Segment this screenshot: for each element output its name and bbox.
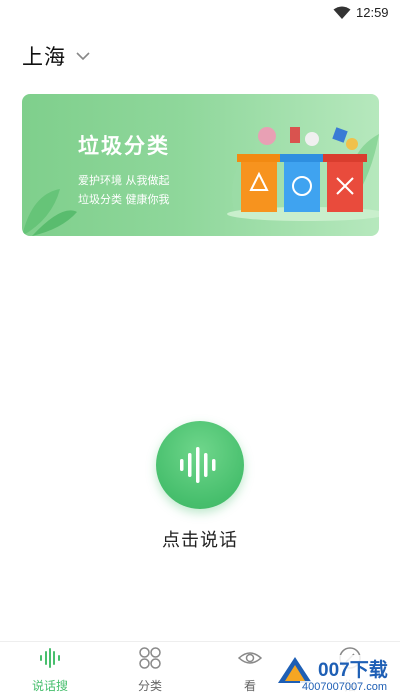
category-grid-icon <box>139 647 161 669</box>
nav-label: 说话搜 <box>31 679 68 693</box>
eye-icon <box>238 652 262 664</box>
status-time: 12:59 <box>356 5 389 20</box>
banner-slogan-2: 垃圾分类 健康你我 <box>78 193 170 206</box>
nav-item-voice-search[interactable]: 说话搜 <box>0 642 100 700</box>
nav-label: 分类 <box>137 679 162 693</box>
garbage-sorting-banner[interactable]: 垃圾分类 爱护环境 从我做起 垃圾分类 健康你我 <box>22 94 379 236</box>
banner-title: 垃圾分类 <box>78 134 170 158</box>
voice-search-button[interactable] <box>156 421 244 509</box>
sound-wave-icon <box>180 447 216 483</box>
city-selector[interactable]: 上海 <box>22 40 90 72</box>
sound-wave-icon <box>40 648 60 668</box>
voice-hint-label: 点击说话 <box>162 530 238 551</box>
watermark-brand: 007下载 <box>316 655 390 682</box>
city-name: 上海 <box>22 45 66 69</box>
watermark: 007下载 4007007007.com <box>276 655 398 697</box>
watermark-phone: 4007007007.com <box>300 681 390 693</box>
chevron-down-icon <box>76 52 90 61</box>
banner-slogan-1: 爱护环境 从我做起 <box>78 174 170 187</box>
nav-item-category[interactable]: 分类 <box>100 642 200 700</box>
status-bar: 12:59 <box>0 0 400 26</box>
wifi-icon <box>333 6 351 19</box>
banner-illustration <box>22 127 379 236</box>
